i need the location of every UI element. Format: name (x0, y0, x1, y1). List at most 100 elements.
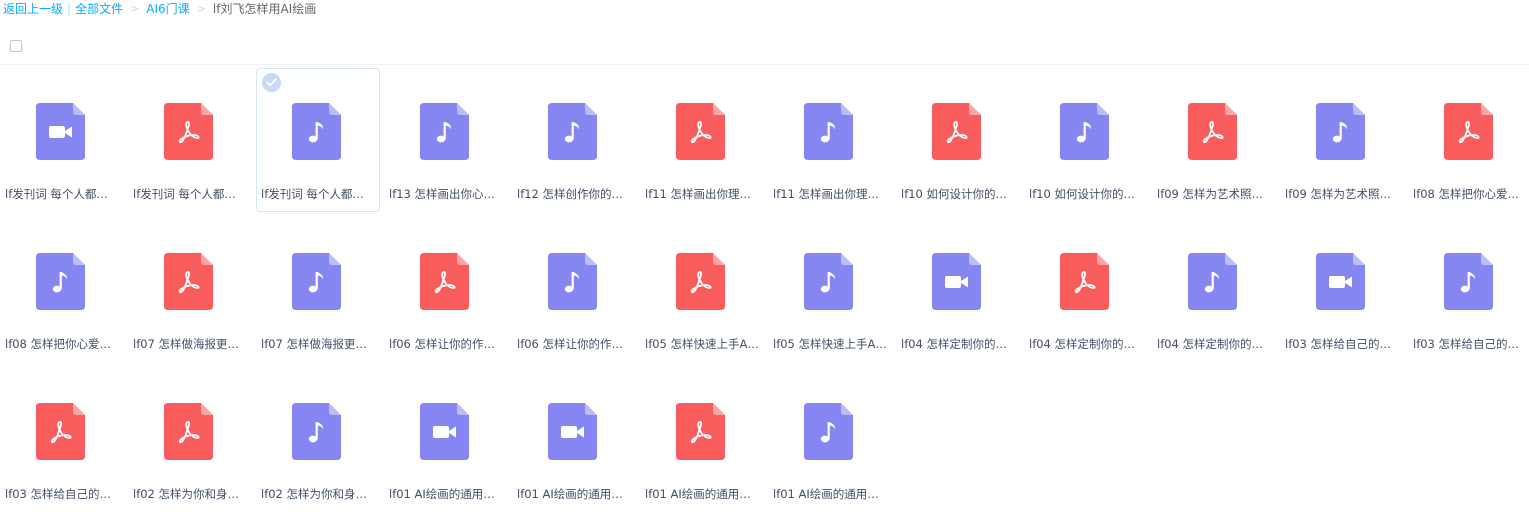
file-name[interactable]: lf06 怎样让你的作品更有质感 (389, 336, 503, 352)
file-item[interactable]: lf发刊词 每个人都要学会使用AI绘画工具 (0, 68, 124, 212)
file-item[interactable]: lf01 AI绘画的通用方法 (768, 368, 892, 512)
file-name[interactable]: lf08 怎样把你心爱的东西画出来 (5, 336, 119, 352)
file-item[interactable]: lf10 如何设计你的作品 (1024, 68, 1148, 212)
music-note-icon (292, 253, 341, 310)
file-name[interactable]: lf发刊词 每个人都要学会使用AI绘画工具 (133, 186, 247, 202)
chevron-right-icon: > (196, 2, 206, 15)
file-name[interactable]: lf13 怎样画出你心中的世界 (389, 186, 503, 202)
music-note-icon (292, 403, 341, 460)
music-note-icon (804, 103, 853, 160)
file-name[interactable]: lf10 如何设计你的作品 (901, 186, 1015, 202)
video-icon (932, 253, 981, 310)
pdf-icon (36, 403, 85, 460)
file-item[interactable]: lf01 AI绘画的通用方法 (384, 368, 508, 512)
file-item[interactable]: lf03 怎样给自己的照片换风格 (0, 368, 124, 512)
file-name[interactable]: lf发刊词 每个人都要学会使用AI绘画工具 (5, 186, 119, 202)
file-name[interactable]: lf04 怎样定制你的专属风格 (901, 336, 1015, 352)
file-name[interactable]: lf01 AI绘画的通用方法 (645, 486, 759, 502)
music-note-icon (1316, 103, 1365, 160)
file-item[interactable]: lf08 怎样把你心爱的东西画出来 (0, 218, 124, 362)
file-item[interactable]: lf06 怎样让你的作品更有质感 (384, 218, 508, 362)
file-item[interactable]: lf08 怎样把你心爱的东西画出来 (1408, 68, 1529, 212)
back-link[interactable]: 返回上一级 (3, 1, 63, 17)
chevron-right-icon: > (130, 2, 140, 15)
file-item[interactable]: lf05 怎样快速上手AI绘画 (640, 218, 764, 362)
music-note-icon (36, 253, 85, 310)
file-grid: lf发刊词 每个人都要学会使用AI绘画工具 lf发刊词 每个人都要学会使用AI绘画… (0, 68, 1529, 512)
pdf-icon (932, 103, 981, 160)
file-name[interactable]: lf07 怎样做海报更好看 (261, 336, 375, 352)
file-item[interactable]: lf07 怎样做海报更好看 (256, 218, 380, 362)
pdf-icon (676, 103, 725, 160)
pdf-icon (676, 403, 725, 460)
folder-link[interactable]: AI6门课 (146, 1, 189, 17)
file-name[interactable]: lf11 怎样画出你理想的画面 (773, 186, 887, 202)
file-item[interactable]: lf发刊词 每个人都要学会使用AI绘画工具 (256, 68, 380, 212)
file-item[interactable]: lf03 怎样给自己的照片换风格 (1280, 218, 1404, 362)
select-all-checkbox[interactable] (10, 40, 22, 52)
music-note-icon (548, 253, 597, 310)
file-name[interactable]: lf04 怎样定制你的专属风格 (1029, 336, 1143, 352)
file-name[interactable]: lf11 怎样画出你理想的画面 (645, 186, 759, 202)
video-icon (36, 103, 85, 160)
video-icon (420, 403, 469, 460)
file-item[interactable]: lf09 怎样为艺术照片调色 (1280, 68, 1404, 212)
breadcrumb-divider: | (67, 2, 72, 16)
header-divider (0, 64, 1529, 65)
file-name[interactable]: lf12 怎样创作你的作品 (517, 186, 631, 202)
file-item[interactable]: lf04 怎样定制你的专属风格 (896, 218, 1020, 362)
file-item[interactable]: lf11 怎样画出你理想的画面 (640, 68, 764, 212)
pdf-icon (1060, 253, 1109, 310)
file-item[interactable]: lf10 如何设计你的作品 (896, 68, 1020, 212)
file-name[interactable]: lf05 怎样快速上手AI绘画 (773, 336, 887, 352)
file-name[interactable]: lf发刊词 每个人都要学会使用AI绘画工具 (261, 186, 375, 202)
file-item[interactable]: lf09 怎样为艺术照片调色 (1152, 68, 1276, 212)
file-name[interactable]: lf04 怎样定制你的专属风格 (1157, 336, 1271, 352)
pdf-icon (164, 103, 213, 160)
breadcrumb: 返回上一级 | 全部文件 > AI6门课 > lf刘飞怎样用AI绘画 (3, 1, 316, 17)
file-item[interactable]: lf03 怎样给自己的照片换风格 (1408, 218, 1529, 362)
video-icon (548, 403, 597, 460)
file-name[interactable]: lf10 如何设计你的作品 (1029, 186, 1143, 202)
pdf-icon (1188, 103, 1237, 160)
pdf-icon (1444, 103, 1493, 160)
file-item[interactable]: lf01 AI绘画的通用方法 (640, 368, 764, 512)
music-note-icon (1060, 103, 1109, 160)
file-item[interactable]: lf05 怎样快速上手AI绘画 (768, 218, 892, 362)
file-name[interactable]: lf07 怎样做海报更好看 (133, 336, 247, 352)
pdf-icon (676, 253, 725, 310)
file-item[interactable]: lf02 怎样为你和身边的人画像 (128, 368, 252, 512)
file-name[interactable]: lf05 怎样快速上手AI绘画 (645, 336, 759, 352)
music-note-icon (804, 253, 853, 310)
file-item[interactable]: lf发刊词 每个人都要学会使用AI绘画工具 (128, 68, 252, 212)
file-name[interactable]: lf03 怎样给自己的照片换风格 (1285, 336, 1399, 352)
file-name[interactable]: lf01 AI绘画的通用方法 (389, 486, 503, 502)
file-item[interactable]: lf12 怎样创作你的作品 (512, 68, 636, 212)
file-name[interactable]: lf02 怎样为你和身边的人画像 (261, 486, 375, 502)
file-name[interactable]: lf01 AI绘画的通用方法 (773, 486, 887, 502)
music-note-icon (548, 103, 597, 160)
file-item[interactable]: lf01 AI绘画的通用方法 (512, 368, 636, 512)
file-name[interactable]: lf01 AI绘画的通用方法 (517, 486, 631, 502)
music-note-icon (1444, 253, 1493, 310)
file-name[interactable]: lf02 怎样为你和身边的人画像 (133, 486, 247, 502)
pdf-icon (164, 403, 213, 460)
music-note-icon (420, 103, 469, 160)
pdf-icon (420, 253, 469, 310)
file-item[interactable]: lf04 怎样定制你的专属风格 (1024, 218, 1148, 362)
check-icon[interactable] (262, 73, 281, 92)
file-name[interactable]: lf03 怎样给自己的照片换风格 (5, 486, 119, 502)
file-item[interactable]: lf04 怎样定制你的专属风格 (1152, 218, 1276, 362)
file-name[interactable]: lf03 怎样给自己的照片换风格 (1413, 336, 1527, 352)
file-name[interactable]: lf06 怎样让你的作品更有质感 (517, 336, 631, 352)
file-item[interactable]: lf07 怎样做海报更好看 (128, 218, 252, 362)
file-item[interactable]: lf13 怎样画出你心中的世界 (384, 68, 508, 212)
file-name[interactable]: lf08 怎样把你心爱的东西画出来 (1413, 186, 1527, 202)
file-item[interactable]: lf02 怎样为你和身边的人画像 (256, 368, 380, 512)
all-files-link[interactable]: 全部文件 (75, 1, 123, 17)
file-name[interactable]: lf09 怎样为艺术照片调色 (1285, 186, 1399, 202)
file-item[interactable]: lf06 怎样让你的作品更有质感 (512, 218, 636, 362)
file-item[interactable]: lf11 怎样画出你理想的画面 (768, 68, 892, 212)
current-folder-label: lf刘飞怎样用AI绘画 (212, 2, 317, 16)
file-name[interactable]: lf09 怎样为艺术照片调色 (1157, 186, 1271, 202)
